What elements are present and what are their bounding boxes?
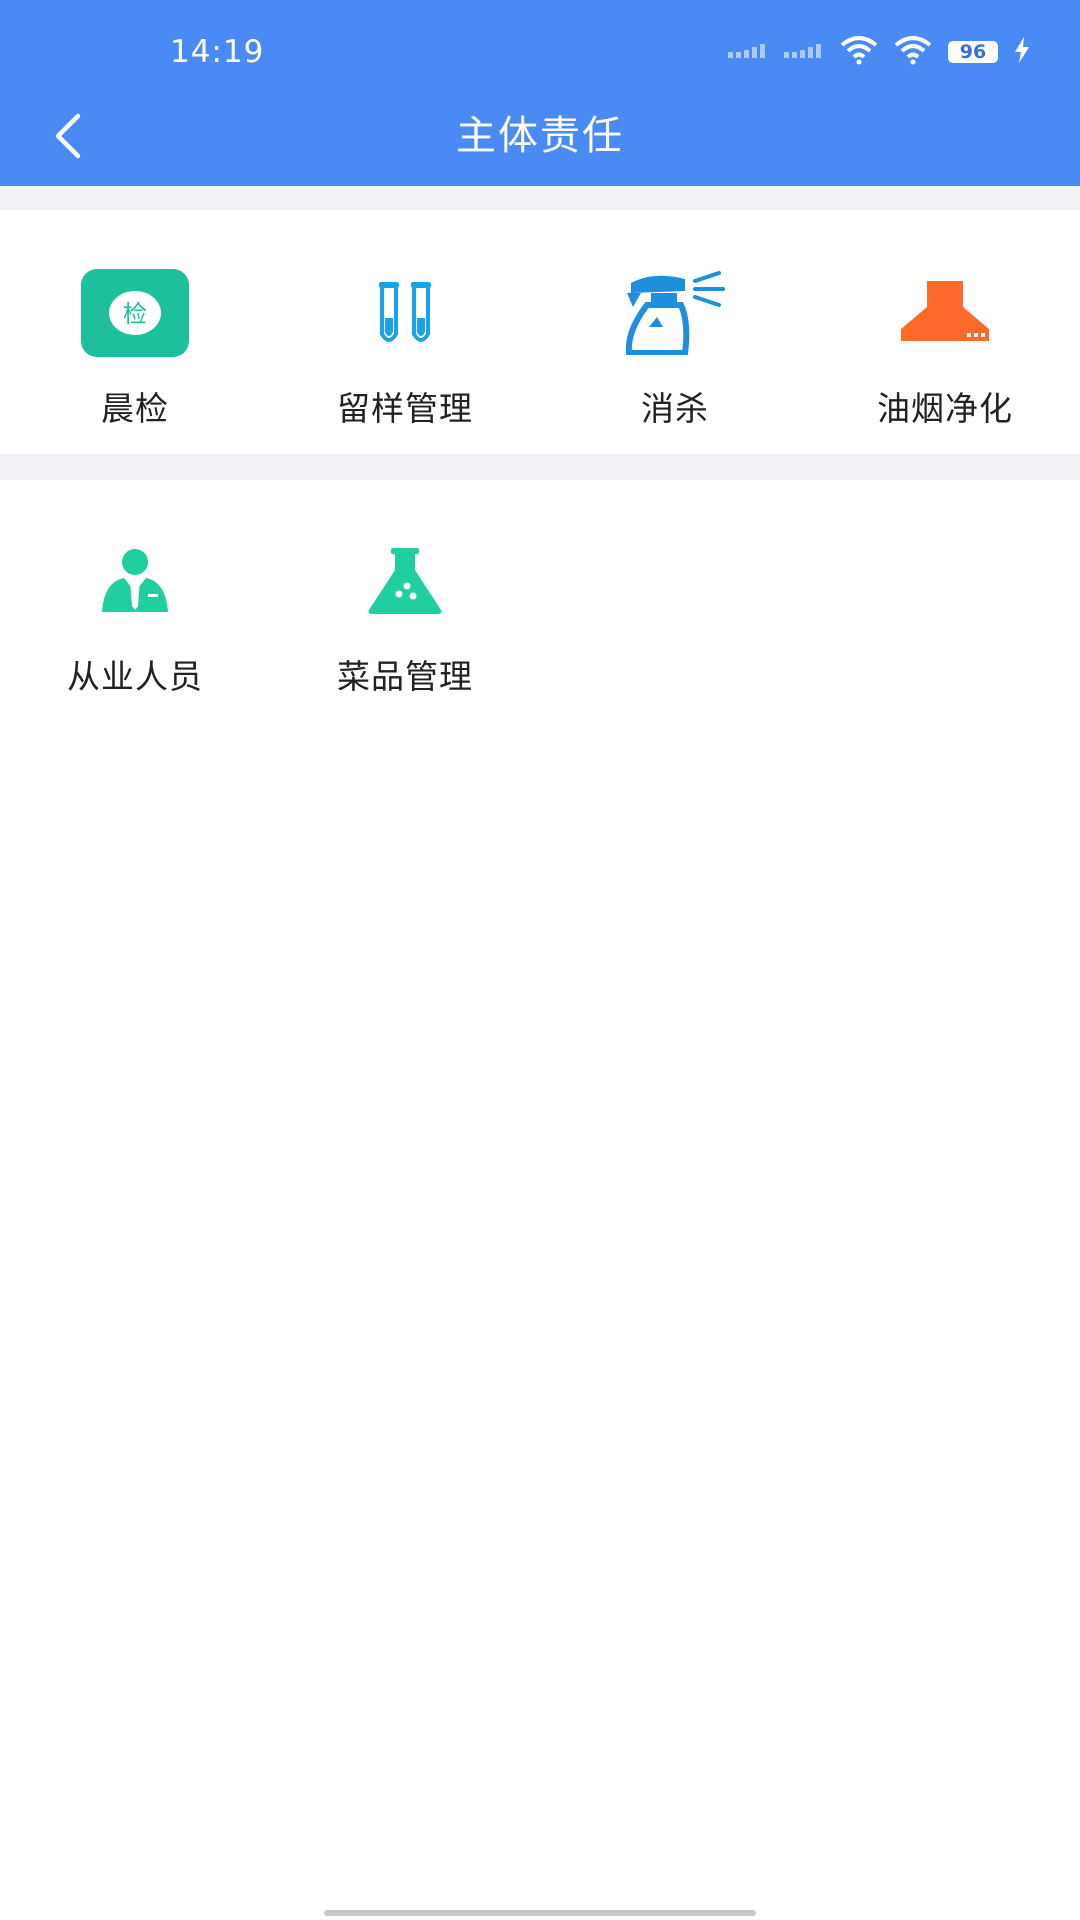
battery-icon: 96	[948, 41, 998, 63]
section-divider	[0, 454, 1080, 480]
tile-morning-check[interactable]: 检 晨检	[0, 258, 270, 438]
page-title: 主体责任	[456, 113, 624, 159]
tile-label: 留样管理	[337, 389, 473, 428]
app-bar: 14:19 96 主体责任	[0, 0, 1080, 186]
range-hood-icon	[885, 258, 1005, 368]
signal-icon	[784, 42, 824, 62]
tile-disinfection[interactable]: 消杀	[540, 258, 810, 438]
tile-sample-management[interactable]: 留样管理	[270, 258, 540, 438]
tile-staff[interactable]: 从业人员	[0, 526, 270, 706]
charging-icon	[1014, 37, 1030, 67]
home-indicator[interactable]	[324, 1910, 756, 1916]
staff-icon	[75, 526, 195, 636]
function-grid-primary: 检 晨检 留样管理 消杀 油烟净化	[0, 210, 1080, 454]
flask-icon	[345, 526, 465, 636]
tile-dish-management[interactable]: 菜品管理	[270, 526, 540, 706]
test-tube-icon	[345, 258, 465, 368]
wifi-icon	[894, 35, 932, 69]
tile-label: 晨检	[101, 389, 169, 428]
tile-label: 油烟净化	[877, 389, 1013, 428]
signal-icon	[728, 42, 768, 62]
tile-label: 菜品管理	[337, 657, 473, 696]
svg-text:检: 检	[123, 300, 147, 328]
tile-label: 从业人员	[67, 657, 203, 696]
section-divider	[0, 186, 1080, 210]
spray-bottle-icon	[615, 258, 735, 368]
status-time: 14:19	[170, 34, 265, 70]
function-grid-secondary: 从业人员 菜品管理	[0, 480, 1080, 1880]
tile-fume-purification[interactable]: 油烟净化	[810, 258, 1080, 438]
status-icons: 96	[728, 34, 1030, 70]
nav-row: 主体责任	[0, 96, 1080, 176]
tile-label: 消杀	[641, 389, 709, 428]
wifi-icon	[840, 35, 878, 69]
check-badge-icon: 检	[75, 258, 195, 368]
